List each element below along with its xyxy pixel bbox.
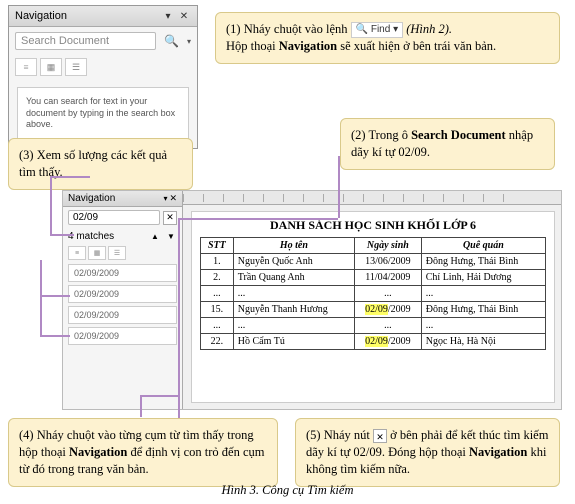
nav2-title: Navigation	[68, 193, 115, 204]
result-list: 02/09/2009 02/09/2009 02/09/2009 02/09/2…	[63, 262, 182, 350]
callout-3: (3) Xem số lượng các kết quả tìm thấy.	[8, 138, 193, 190]
text: Navigation	[279, 39, 337, 53]
text: Search Document	[411, 128, 506, 142]
text: (5) Nháy nút	[306, 428, 373, 442]
leader-line	[140, 395, 178, 397]
text: sẽ xuất hiện ở bên trái văn bản.	[337, 39, 496, 53]
document-page: DANH SÁCH HỌC SINH KHỐI LỚP 6 STT Họ tên…	[191, 211, 555, 403]
pages-tab[interactable]: ▦	[88, 246, 106, 260]
nav2-header: Navigation ▾ ✕	[63, 191, 182, 207]
result-item[interactable]: 02/09/2009	[68, 285, 177, 303]
headings-tab[interactable]: ≡	[15, 58, 37, 76]
search-input[interactable]: Search Document	[15, 32, 156, 50]
table-row: 2.Trần Quang Anh11/04/2009Chí Linh, Hải …	[201, 270, 546, 286]
highlight: 02/09	[365, 336, 388, 347]
leader-line	[178, 218, 338, 220]
find-button-badge: 🔍 Find ▾	[351, 22, 403, 38]
result-item[interactable]: 02/09/2009	[68, 264, 177, 282]
callout-4: (4) Nháy chuột vào từng cụm từ tìm thấy …	[8, 418, 278, 487]
result-item[interactable]: 02/09/2009	[68, 327, 177, 345]
leader-line	[40, 335, 70, 337]
leader-line	[178, 220, 180, 418]
leader-line	[50, 176, 90, 178]
close-panel-icon[interactable]: ✕	[177, 9, 191, 23]
headings-tab[interactable]: ≡	[68, 246, 86, 260]
nav-header: Navigation ▾ ✕	[9, 6, 197, 27]
leader-line	[338, 156, 340, 218]
callout-5: (5) Nháy nút ✕ ở bên phải để kết thúc tì…	[295, 418, 560, 487]
table-row: 15.Nguyễn Thanh Hương02/09/2009Đông Hưng…	[201, 302, 546, 318]
navigation-panel-results: Navigation ▾ ✕ 02/09 ✕ 4 matches ▲ ▼ ≡ ▦…	[63, 191, 183, 409]
highlight: 02/09	[365, 304, 388, 315]
col-home: Quê quán	[421, 238, 545, 254]
search-row: Search Document 🔍 ▾	[9, 27, 197, 55]
text: Navigation	[469, 445, 527, 459]
col-stt: STT	[201, 238, 234, 254]
close-panel-icon[interactable]: ✕	[167, 193, 177, 204]
match-count: 4 matches	[68, 231, 114, 242]
nav-title: Navigation	[15, 10, 67, 22]
table-row: ............	[201, 286, 546, 302]
navigation-panel-initial: Navigation ▾ ✕ Search Document 🔍 ▾ ≡ ▦ ☰…	[8, 5, 198, 149]
search-icon[interactable]: 🔍	[160, 34, 183, 49]
text: (2) Trong ô	[351, 128, 411, 142]
leader-line	[50, 176, 52, 234]
callout-2: (2) Trong ô Search Document nhập dãy kí …	[340, 118, 555, 170]
word-window: Navigation ▾ ✕ 02/09 ✕ 4 matches ▲ ▼ ≡ ▦…	[62, 190, 562, 410]
ruler	[183, 191, 561, 205]
clear-search-button[interactable]: ✕	[163, 211, 177, 225]
result-item[interactable]: 02/09/2009	[68, 306, 177, 324]
text: (1) Nháy chuột vào lệnh	[226, 22, 351, 36]
student-table: STT Họ tên Ngày sinh Quê quán 1.Nguyễn Q…	[200, 237, 546, 350]
prev-match-button[interactable]: ▲	[149, 230, 161, 242]
leader-line	[140, 395, 142, 417]
results-tab[interactable]: ☰	[65, 58, 87, 76]
leader-line	[40, 295, 70, 297]
text: Hộp thoại	[226, 39, 279, 53]
table-row: 22.Hồ Cẩm Tú02/09/2009Ngọc Hà, Hà Nội	[201, 334, 546, 350]
hint-text: You can search for text in your document…	[17, 87, 189, 140]
search-options-caret[interactable]: ▾	[187, 37, 191, 46]
text: (Hình 2).	[406, 22, 452, 36]
view-tabs: ≡ ▦ ☰	[9, 55, 197, 79]
view-tabs-2: ≡ ▦ ☰	[63, 244, 182, 262]
next-match-button[interactable]: ▼	[165, 230, 177, 242]
search-input-filled[interactable]: 02/09	[68, 210, 160, 225]
page-title: DANH SÁCH HỌC SINH KHỐI LỚP 6	[200, 218, 546, 233]
figure-caption: Hình 3. Công cụ Tìm kiếm	[0, 483, 575, 498]
results-tab[interactable]: ☰	[108, 246, 126, 260]
table-header-row: STT Họ tên Ngày sinh Quê quán	[201, 238, 546, 254]
nav2-search-row: 02/09 ✕	[63, 207, 182, 228]
leader-line	[40, 260, 42, 335]
text: (3) Xem số lượng các kết quả tìm thấy.	[19, 148, 167, 179]
col-name: Họ tên	[233, 238, 354, 254]
pages-tab[interactable]: ▦	[40, 58, 62, 76]
table-row: ............	[201, 318, 546, 334]
leader-line	[50, 234, 74, 236]
dropdown-icon[interactable]: ▾	[161, 9, 175, 23]
table-row: 1.Nguyễn Quốc Anh13/06/2009Đông Hưng, Th…	[201, 254, 546, 270]
col-dob: Ngày sinh	[354, 238, 421, 254]
text: Navigation	[69, 445, 127, 459]
close-badge-icon: ✕	[373, 429, 387, 443]
callout-1: (1) Nháy chuột vào lệnh 🔍 Find ▾ (Hình 2…	[215, 12, 560, 64]
matches-row: 4 matches ▲ ▼	[63, 228, 182, 244]
